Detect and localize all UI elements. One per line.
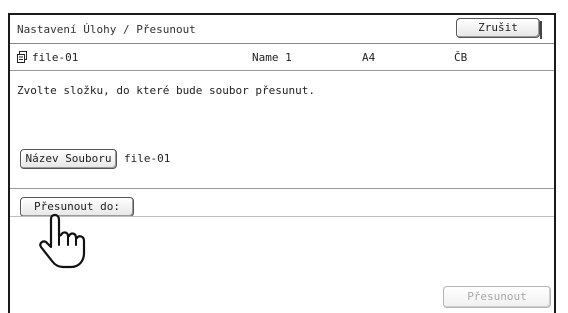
divider	[10, 188, 554, 189]
file-name-value: file-01	[124, 152, 171, 165]
file-icon	[17, 51, 27, 63]
color-mode-cell: ČB	[454, 51, 468, 64]
dialog-title: Nastavení Úlohy / Přesunout	[17, 23, 196, 36]
pointing-hand-icon	[39, 213, 86, 269]
file-info-row: file-01 Name 1 A4 ČB	[10, 44, 554, 71]
file-name-button[interactable]: Název Souboru	[20, 149, 117, 169]
user-name-cell: Name 1	[252, 51, 292, 64]
title-bar: Nastavení Úlohy / Přesunout Zrušit	[10, 15, 554, 44]
file-name-cell: file-01	[32, 51, 79, 64]
instruction-text: Zvolte složku, do které bude soubor přes…	[17, 84, 316, 97]
dialog-window: Nastavení Úlohy / Přesunout Zrušit file-…	[8, 13, 556, 313]
paper-size-cell: A4	[362, 51, 376, 64]
move-button[interactable]: Přesunout	[443, 286, 551, 308]
cancel-button[interactable]: Zrušit	[456, 18, 542, 39]
